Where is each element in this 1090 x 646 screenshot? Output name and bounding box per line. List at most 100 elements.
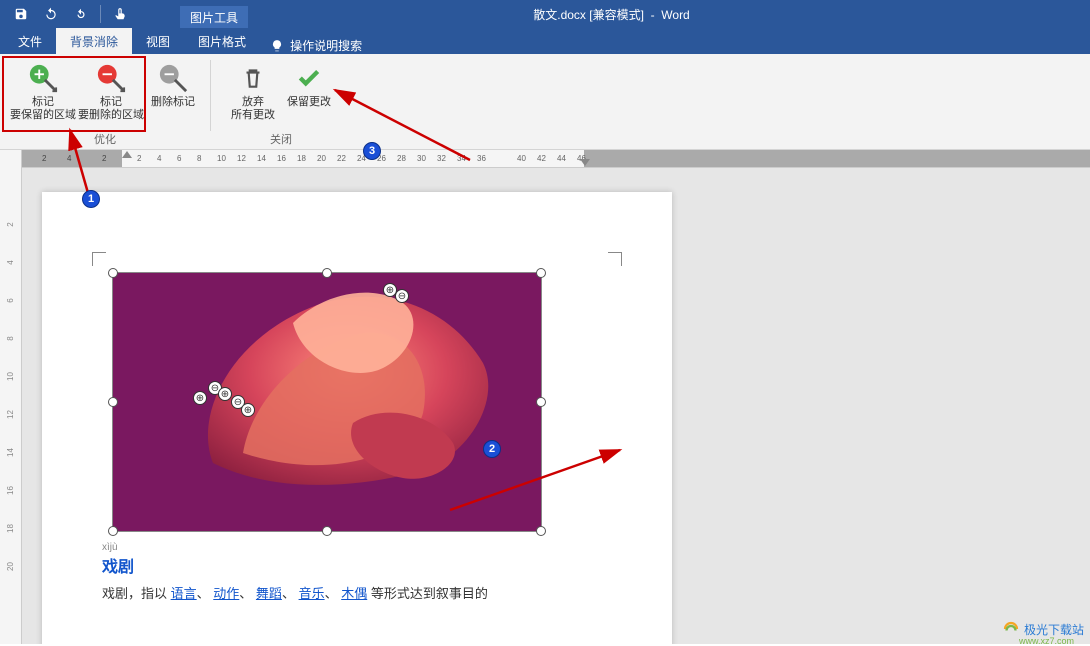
ruler-mark: 6 bbox=[6, 290, 15, 311]
resize-handle-ml[interactable] bbox=[108, 397, 118, 407]
ruler-mark: 28 bbox=[397, 154, 406, 163]
document-name: 散文.docx [兼容模式] bbox=[533, 8, 644, 22]
caption-pinyin: xìjù bbox=[102, 542, 612, 553]
image-foreground-art bbox=[153, 273, 513, 503]
save-button[interactable] bbox=[8, 3, 34, 25]
ruler-mark: 36 bbox=[477, 154, 486, 163]
redo-button[interactable] bbox=[68, 3, 94, 25]
ruler-mark: 4 bbox=[6, 252, 15, 273]
body-suffix: 等形式达到叙事目的 bbox=[371, 586, 488, 601]
save-icon bbox=[14, 7, 28, 21]
lightbulb-icon bbox=[270, 39, 284, 53]
discard-label-1: 放弃 bbox=[242, 96, 264, 108]
ruler-mark: 8 bbox=[197, 154, 201, 163]
ruler-mark: 14 bbox=[6, 442, 15, 463]
delete-mark-label: 删除标记 bbox=[151, 96, 195, 109]
ruler-mark: 10 bbox=[6, 366, 15, 387]
right-indent-marker[interactable] bbox=[580, 159, 590, 166]
group-close-title: 关闭 bbox=[211, 131, 351, 147]
title-bar: 图片工具 散文.docx [兼容模式] - Word bbox=[0, 0, 1090, 28]
tab-file[interactable]: 文件 bbox=[4, 28, 56, 54]
watermark-url: www.xz7.com bbox=[1019, 636, 1074, 646]
ruler-mark: 18 bbox=[297, 154, 306, 163]
undo-icon bbox=[43, 7, 59, 21]
crop-mark-tl bbox=[92, 252, 106, 266]
mark-areas-to-keep-button[interactable]: 标记要保留的区域 bbox=[9, 58, 77, 122]
touch-mode-icon bbox=[112, 7, 128, 21]
ruler-mark: 40 bbox=[517, 154, 526, 163]
watermark: 极光下载站 www.xz7.com bbox=[1002, 620, 1084, 638]
resize-handle-tc[interactable] bbox=[322, 268, 332, 278]
ruler-mark: 44 bbox=[557, 154, 566, 163]
mark-areas-to-remove-button[interactable]: 标记要删除的区域 bbox=[77, 58, 145, 122]
link-puppet[interactable]: 木偶 bbox=[341, 586, 367, 601]
ruler-mark: 8 bbox=[6, 328, 15, 349]
ribbon: 标记要保留的区域 标记要删除的区域 删除标记 bbox=[0, 54, 1090, 150]
ruler-mark: 2 bbox=[102, 154, 106, 163]
body-prefix: 戏剧，指以 bbox=[102, 586, 167, 601]
link-language[interactable]: 语言 bbox=[171, 586, 197, 601]
remove-mark-dot[interactable]: ⊖ bbox=[395, 289, 409, 303]
app-name: Word bbox=[661, 8, 689, 22]
ruler-mark: 16 bbox=[277, 154, 286, 163]
picture-tools-contextual-tab: 图片工具 bbox=[180, 6, 248, 28]
resize-handle-mr[interactable] bbox=[536, 397, 546, 407]
discard-icon bbox=[240, 65, 266, 91]
mark-keep-label-1: 标记 bbox=[32, 96, 54, 108]
undo-button[interactable] bbox=[38, 3, 64, 25]
ruler-mark: 22 bbox=[337, 154, 346, 163]
mark-keep-label-2: 要保留的区域 bbox=[10, 109, 76, 121]
discard-all-changes-button[interactable]: 放弃所有更改 bbox=[225, 58, 281, 122]
tell-me-search[interactable]: 操作说明搜索 bbox=[260, 37, 372, 54]
ruler-mark: 2 bbox=[42, 154, 46, 163]
qat-separator bbox=[100, 5, 101, 23]
ruler-mark: 2 bbox=[137, 154, 141, 163]
ruler-mark: 32 bbox=[437, 154, 446, 163]
keep-mark-dot[interactable]: ⊕ bbox=[193, 391, 207, 405]
ruler-mark: 10 bbox=[217, 154, 226, 163]
keep-changes-button[interactable]: 保留更改 bbox=[281, 58, 337, 122]
tab-view[interactable]: 视图 bbox=[132, 28, 184, 54]
resize-handle-tr[interactable] bbox=[536, 268, 546, 278]
horizontal-ruler[interactable]: 2422468101214161820222426283032343640424… bbox=[22, 150, 1090, 168]
keep-changes-icon bbox=[296, 65, 322, 91]
touch-mode-button[interactable] bbox=[107, 3, 133, 25]
crop-mark-tr bbox=[608, 252, 622, 266]
resize-handle-bl[interactable] bbox=[108, 526, 118, 536]
ruler-mark: 12 bbox=[237, 154, 246, 163]
mark-remove-label-1: 标记 bbox=[100, 96, 122, 108]
mark-remove-label-2: 要删除的区域 bbox=[78, 109, 144, 121]
resize-handle-bc[interactable] bbox=[322, 526, 332, 536]
vertical-ruler[interactable]: 2468101214161820 bbox=[0, 150, 22, 644]
redo-icon bbox=[74, 7, 88, 21]
mark-keep-icon bbox=[28, 63, 58, 93]
quick-access-toolbar bbox=[0, 3, 133, 25]
annotation-callout-1: 1 bbox=[82, 190, 100, 208]
keep-mark-dot[interactable]: ⊕ bbox=[218, 387, 232, 401]
ruler-mark: 30 bbox=[417, 154, 426, 163]
ruler-mark: 42 bbox=[537, 154, 546, 163]
ruler-mark: 14 bbox=[257, 154, 266, 163]
mark-remove-icon bbox=[96, 63, 126, 93]
selected-image-frame[interactable]: ⊕ ⊖ ⊕ ⊖ ⊕ ⊖ ⊕ bbox=[112, 272, 542, 532]
ruler-mark: 6 bbox=[177, 154, 181, 163]
group-refine-title: 优化 bbox=[0, 131, 210, 147]
tab-background-removal[interactable]: 背景消除 bbox=[56, 28, 132, 54]
ruler-mark: 4 bbox=[157, 154, 161, 163]
indent-marker[interactable] bbox=[122, 151, 132, 158]
link-dance[interactable]: 舞蹈 bbox=[256, 586, 282, 601]
link-music[interactable]: 音乐 bbox=[299, 586, 325, 601]
page: ⊕ ⊖ ⊕ ⊖ ⊕ ⊖ ⊕ xìjù 戏剧 戏剧，指以 语言、 动作、 舞蹈、 … bbox=[42, 192, 672, 644]
resize-handle-br[interactable] bbox=[536, 526, 546, 536]
resize-handle-tl[interactable] bbox=[108, 268, 118, 278]
delete-mark-button[interactable]: 删除标记 bbox=[145, 58, 201, 122]
search-placeholder: 操作说明搜索 bbox=[290, 37, 362, 54]
watermark-icon bbox=[1002, 620, 1020, 638]
link-action[interactable]: 动作 bbox=[213, 586, 239, 601]
tab-picture-format[interactable]: 图片格式 bbox=[184, 28, 260, 54]
discard-label-2: 所有更改 bbox=[231, 109, 275, 121]
keep-mark-dot[interactable]: ⊕ bbox=[241, 403, 255, 417]
document-canvas[interactable]: ⊕ ⊖ ⊕ ⊖ ⊕ ⊖ ⊕ xìjù 戏剧 戏剧，指以 语言、 动作、 舞蹈、 … bbox=[22, 168, 1090, 644]
ruler-mark: 20 bbox=[6, 556, 15, 577]
keep-changes-label: 保留更改 bbox=[287, 96, 331, 109]
